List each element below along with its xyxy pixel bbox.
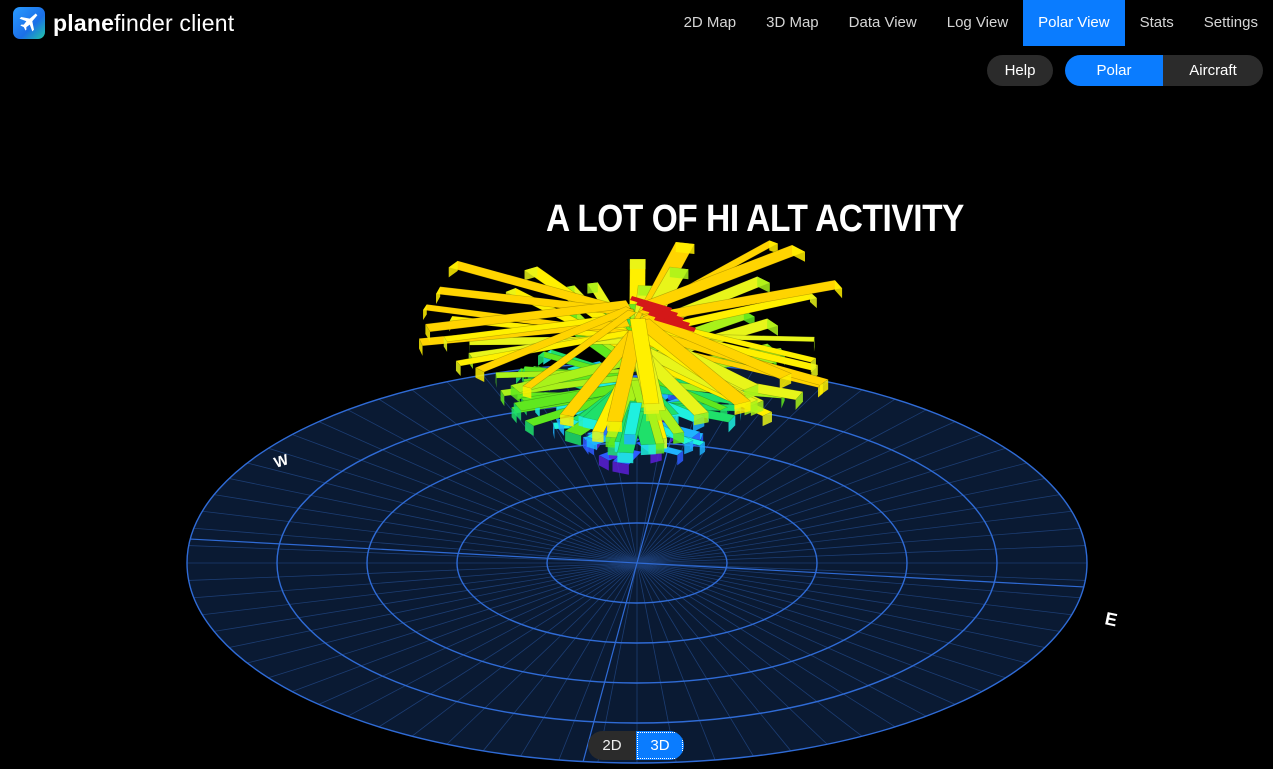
range-bar-side (643, 403, 659, 415)
range-bar-side (767, 318, 778, 336)
range-bar-side (640, 444, 656, 456)
annotation-text: A LOT OF HI ALT ACTIVITY (546, 198, 964, 240)
polar-3d-plot[interactable]: W E (0, 0, 1273, 769)
range-bar-side (624, 434, 636, 445)
range-bar-side (617, 452, 634, 464)
view-3d-button[interactable]: 3D (636, 731, 684, 760)
range-bar-side (673, 432, 685, 444)
range-bar-side (607, 421, 622, 432)
range-bar-side (810, 291, 817, 309)
range-bar-side (791, 244, 805, 262)
east-label: E (1103, 608, 1119, 630)
view-mode-toggle: 2D 3D (588, 731, 684, 760)
range-bar-side (629, 259, 646, 270)
range-bar-side (834, 280, 843, 299)
range-bar-side (448, 260, 458, 278)
view-2d-button[interactable]: 2D (588, 731, 636, 760)
range-bar-side (587, 282, 598, 294)
range-bar-side (436, 286, 441, 304)
range-bar-side (675, 242, 695, 255)
range-bar-side (757, 276, 770, 293)
range-bar-side (592, 431, 604, 443)
